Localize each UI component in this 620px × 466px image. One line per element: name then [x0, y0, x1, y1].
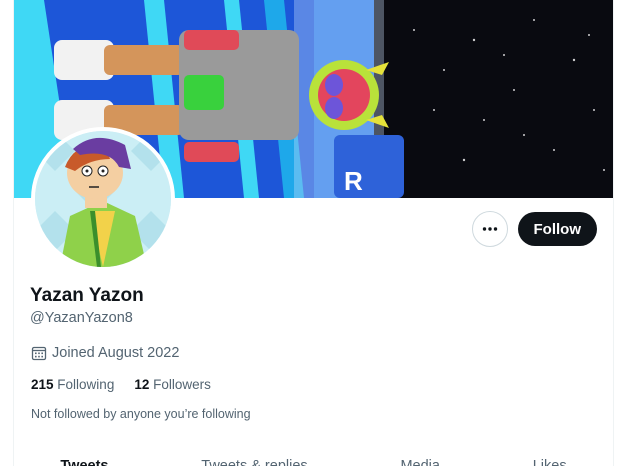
profile-column: R Follow Yazan Yazon @YazanYazon8 Joined…	[13, 0, 614, 466]
calendar-icon	[31, 346, 47, 361]
more-button[interactable]	[471, 211, 508, 247]
following-link[interactable]: 215 Following	[31, 377, 114, 392]
tab-tweets[interactable]: Tweets	[52, 452, 116, 466]
join-date: Joined August 2022	[31, 345, 179, 361]
following-count: 215	[31, 377, 54, 392]
following-label: Following	[57, 377, 115, 392]
followers-count: 12	[134, 377, 150, 392]
tab-likes[interactable]: Likes	[525, 452, 575, 466]
svg-text:R: R	[344, 166, 363, 196]
more-horizontal-icon	[482, 227, 497, 231]
avatar[interactable]	[31, 127, 175, 271]
avatar-image	[35, 131, 171, 267]
followers-link[interactable]: 12 Followers	[134, 377, 211, 392]
profile-actions: Follow	[471, 211, 597, 247]
join-date-label: Joined August 2022	[52, 345, 180, 361]
follow-stats: 215 Following 12 Followers	[31, 377, 211, 392]
follow-button[interactable]: Follow	[517, 212, 597, 246]
tab-tweets-replies[interactable]: Tweets & replies	[193, 452, 315, 466]
user-handle: @YazanYazon8	[30, 310, 133, 326]
followers-label: Followers	[153, 377, 211, 392]
display-name: Yazan Yazon	[30, 285, 144, 306]
followed-by-note: Not followed by anyone you’re following	[31, 407, 251, 421]
profile-tabs: Tweets Tweets & replies Media Likes	[14, 452, 613, 466]
tab-media[interactable]: Media	[392, 452, 448, 466]
